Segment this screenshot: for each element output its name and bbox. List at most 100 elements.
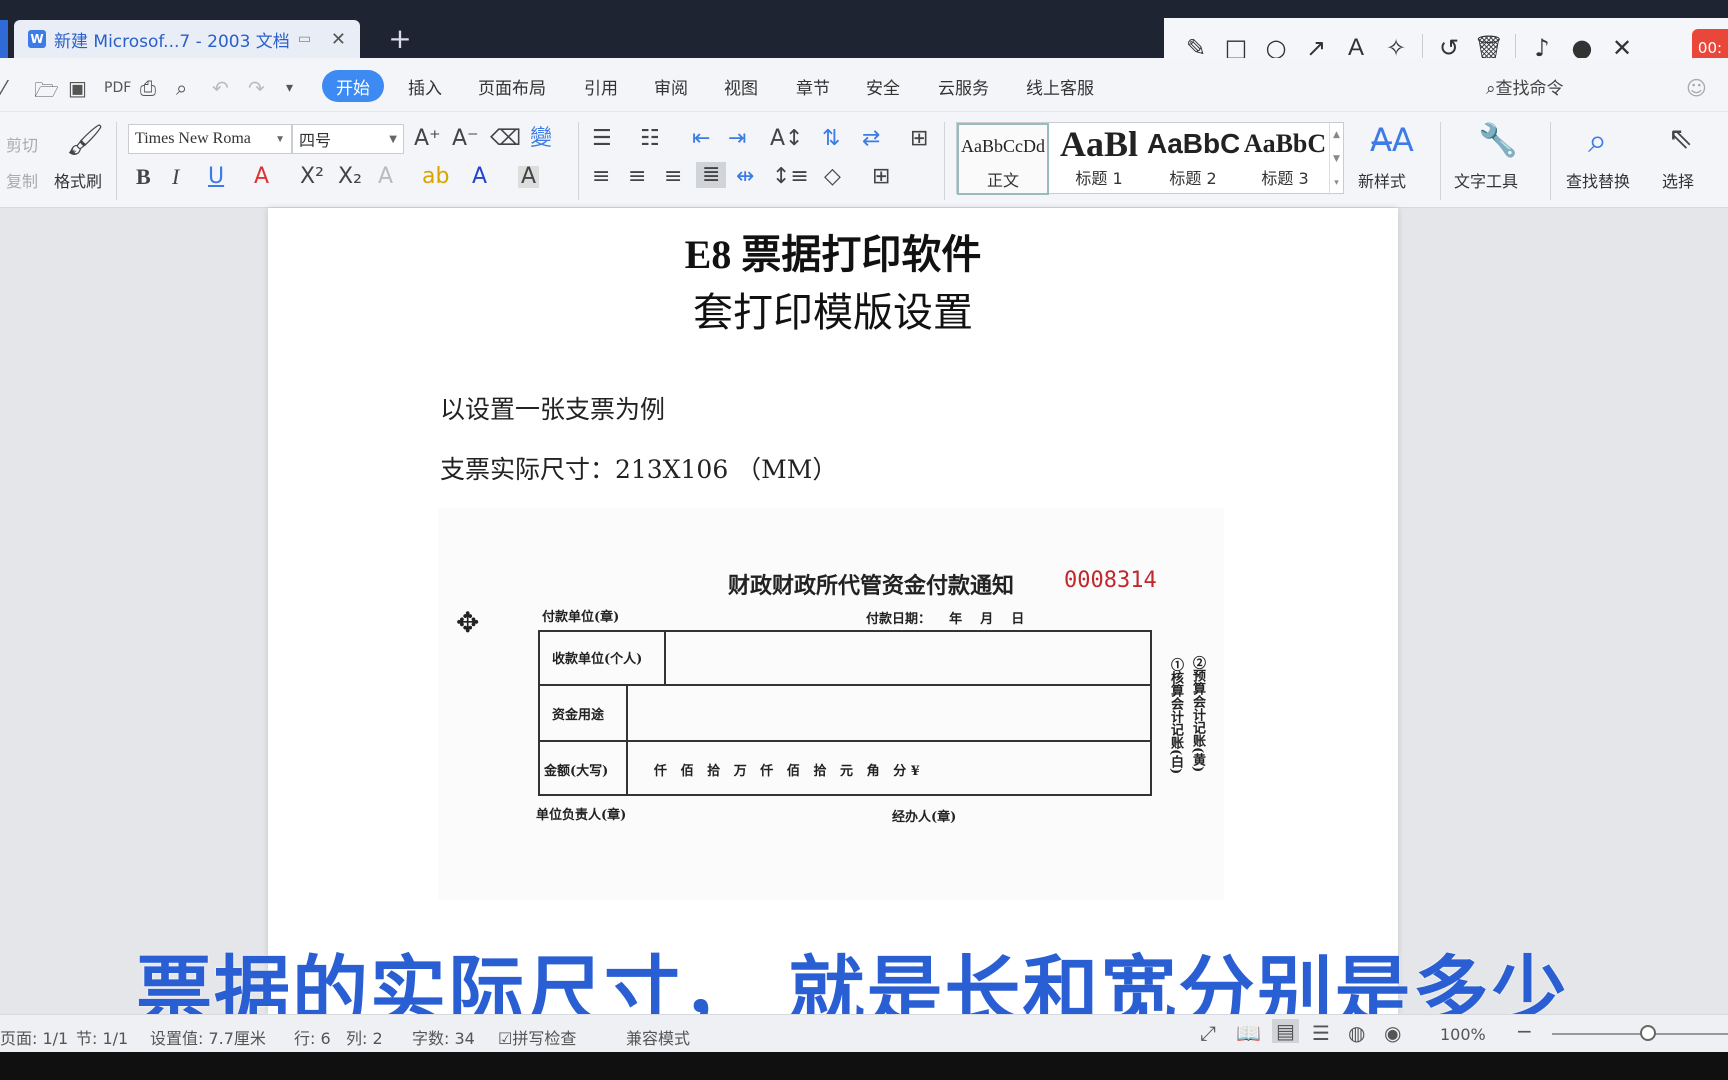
select-button[interactable]: 选择: [1662, 168, 1694, 192]
style-heading-1[interactable]: AaBl 标题 1: [1053, 123, 1145, 195]
save-icon[interactable]: ▣: [68, 76, 87, 100]
tab-stops-icon[interactable]: ⊞: [910, 128, 928, 150]
distributed-icon[interactable]: ⇹: [736, 166, 754, 188]
spell-check-button[interactable]: ☑拼写检查: [498, 1025, 576, 1049]
increase-indent-icon[interactable]: ⇥: [728, 128, 746, 150]
menu-review[interactable]: 审阅: [654, 74, 688, 99]
align-center-icon[interactable]: ≡: [628, 166, 646, 188]
clear-format-icon[interactable]: ⌫: [490, 128, 521, 150]
divider: [626, 684, 628, 796]
menu-page-layout[interactable]: 页面布局: [478, 74, 546, 99]
divider: [538, 740, 1152, 742]
underline-icon[interactable]: U: [208, 166, 224, 188]
find-replace-button[interactable]: 查找替换: [1566, 168, 1630, 192]
document-page[interactable]: E8 票据打印软件 套打印模版设置 以设置一张支票为例 支票实际尺寸：213X1…: [268, 208, 1398, 1014]
cut-button[interactable]: 剪切: [6, 132, 38, 156]
eye-protection-icon[interactable]: ◉: [1384, 1021, 1401, 1045]
text-direction-icon[interactable]: A↕: [770, 128, 803, 150]
format-painter-icon[interactable]: 🖌: [66, 126, 104, 156]
shading-icon[interactable]: ◇: [824, 166, 841, 188]
menu-view[interactable]: 视图: [724, 74, 758, 99]
bullet-list-icon[interactable]: ☰: [592, 128, 612, 150]
fullscreen-icon[interactable]: ⤢: [1200, 1021, 1216, 1045]
outline-view-icon[interactable]: ☰: [1312, 1021, 1330, 1045]
pin-icon[interactable]: ▭: [298, 31, 311, 47]
status-section[interactable]: 节: 1/1: [76, 1025, 128, 1049]
style-normal[interactable]: AaBbCcDd 正文: [957, 123, 1049, 195]
font-color-icon[interactable]: A: [472, 166, 487, 188]
web-view-icon[interactable]: ◍: [1348, 1021, 1365, 1045]
grow-font-icon[interactable]: A⁺: [414, 128, 441, 150]
style-heading-3[interactable]: AaBbC 标题 3: [1239, 123, 1331, 195]
wrench-icon[interactable]: 🔧: [1478, 124, 1518, 156]
undo-icon[interactable]: ↶: [212, 76, 229, 100]
redo-icon[interactable]: ↷: [248, 76, 265, 100]
subscript-icon[interactable]: X₂: [338, 166, 362, 188]
superscript-icon[interactable]: X²: [300, 166, 324, 188]
page-view-icon[interactable]: ▤: [1272, 1019, 1299, 1043]
format-painter-button[interactable]: 格式刷: [54, 168, 102, 192]
new-style-icon[interactable]: A̶A: [1370, 124, 1414, 156]
quick-menu-icon[interactable]: ⁄: [2, 76, 5, 100]
font-size-select[interactable]: 四号 ▼: [292, 124, 404, 154]
search-command[interactable]: ⌕查找命令: [1486, 74, 1564, 99]
align-left-icon[interactable]: ≡: [592, 166, 610, 188]
zoom-out-icon[interactable]: −: [1516, 1019, 1533, 1043]
copy-button[interactable]: 复制: [6, 168, 38, 192]
highlight-icon[interactable]: ab: [422, 166, 449, 188]
text-tools-button[interactable]: 文字工具: [1454, 168, 1518, 192]
numbered-list-icon[interactable]: ☷: [640, 128, 660, 150]
text-effect-icon[interactable]: A: [378, 166, 393, 188]
select-pointer-icon[interactable]: ⇖: [1668, 124, 1693, 154]
export-pdf-icon[interactable]: PDF: [104, 80, 131, 96]
paragraph-spacing-icon[interactable]: ⇄: [862, 128, 880, 150]
menu-references[interactable]: 引用: [584, 74, 618, 99]
menu-security[interactable]: 安全: [866, 74, 900, 99]
open-icon[interactable]: 🗁: [34, 76, 59, 110]
new-style-button[interactable]: 新样式: [1358, 168, 1406, 192]
status-setting[interactable]: 设置值: 7.7厘米: [150, 1025, 266, 1049]
document-tab[interactable]: W 新建 Microsof...7 - 2003 文档 ▭ ✕: [14, 20, 360, 58]
feedback-icon[interactable]: ☺: [1686, 76, 1707, 100]
separator: [116, 122, 117, 200]
font-name-select[interactable]: Times New Roma ▼: [128, 124, 292, 154]
menu-insert[interactable]: 插入: [408, 74, 442, 99]
align-justify-icon[interactable]: ≣: [696, 162, 727, 188]
strikethrough-icon[interactable]: A: [254, 166, 269, 188]
style-name: 标题 1: [1075, 169, 1123, 188]
decrease-indent-icon[interactable]: ⇤: [692, 128, 710, 150]
italic-icon[interactable]: I: [172, 166, 179, 188]
close-tab-icon[interactable]: ✕: [331, 29, 346, 50]
menu-start[interactable]: 开始: [322, 70, 384, 102]
reading-mode-icon[interactable]: 📖: [1236, 1021, 1261, 1045]
customize-quick-access-icon[interactable]: ▾: [286, 80, 293, 96]
menu-cloud-service[interactable]: 云服务: [938, 74, 989, 99]
new-tab-button[interactable]: +: [384, 22, 416, 55]
app-tab-edge[interactable]: [0, 20, 8, 58]
line-spacing-icon[interactable]: ↕≡: [772, 166, 809, 188]
cheque-handler: 经办人(章): [892, 810, 957, 825]
menu-online-support[interactable]: 线上客服: [1026, 74, 1094, 99]
document-title-line-2: 套打印模版设置: [693, 290, 973, 335]
bold-icon[interactable]: B: [136, 166, 151, 188]
print-preview-icon[interactable]: ⌕: [176, 76, 187, 100]
phonetic-guide-icon[interactable]: 變: [530, 128, 552, 150]
find-icon[interactable]: ⌕: [1588, 124, 1607, 158]
sort-icon[interactable]: ⇅: [822, 128, 840, 150]
menu-chapter[interactable]: 章节: [796, 74, 830, 99]
style-heading-2[interactable]: AaBbC 标题 2: [1147, 123, 1239, 195]
cheque-row-purpose: 资金用途: [552, 708, 605, 723]
style-gallery-scroll[interactable]: ▲ ▼ ▾: [1329, 123, 1343, 195]
char-shading-icon[interactable]: A: [518, 166, 540, 188]
cheque-image[interactable]: 财政财政所代管资金付款通知 0008314 付款单位(章) 付款日期： 年 月 …: [438, 508, 1224, 900]
style-name: 正文: [986, 171, 1019, 190]
shrink-font-icon[interactable]: A⁻: [452, 128, 479, 150]
borders-icon[interactable]: ⊞: [872, 166, 890, 188]
zoom-slider-handle[interactable]: [1640, 1025, 1656, 1041]
zoom-level[interactable]: 100%: [1440, 1025, 1486, 1044]
align-right-icon[interactable]: ≡: [664, 166, 682, 188]
status-page[interactable]: 页面: 1/1: [0, 1025, 68, 1049]
print-icon[interactable]: ⎙: [140, 76, 156, 100]
spell-check-label: 拼写检查: [512, 1029, 577, 1048]
status-word-count[interactable]: 字数: 34: [412, 1025, 475, 1049]
